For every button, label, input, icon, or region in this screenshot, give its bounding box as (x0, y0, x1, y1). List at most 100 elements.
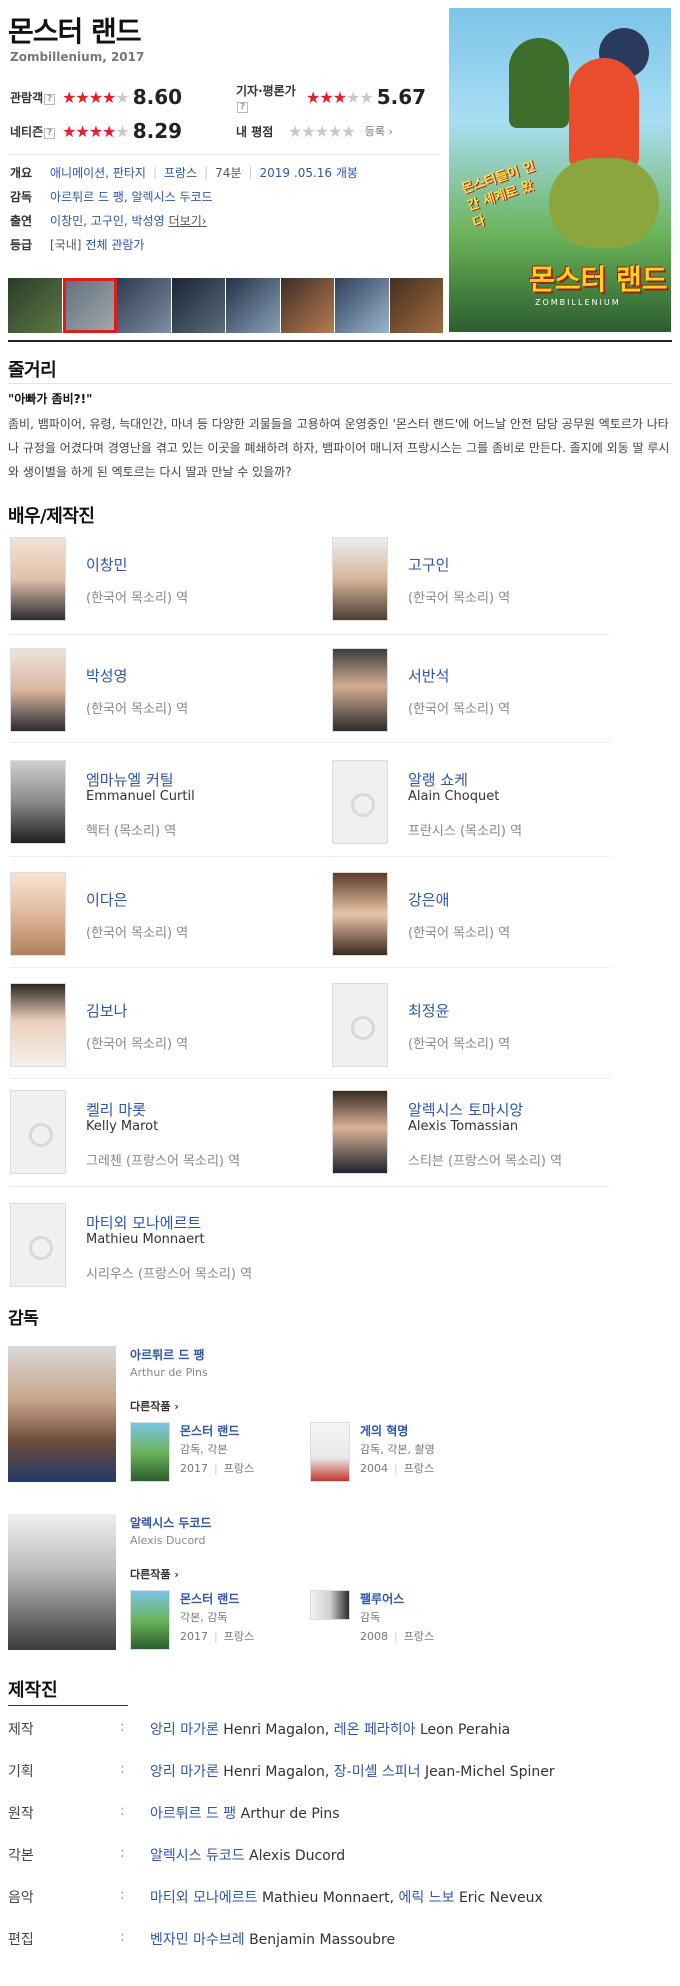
still-thumbnail[interactable] (171, 278, 226, 333)
help-icon[interactable]: ? (44, 127, 56, 139)
divider (10, 967, 610, 968)
director-row: 감독 아르튀르 드 팽, 알렉시스 두코드 (10, 188, 213, 205)
actor-photo[interactable] (332, 648, 388, 732)
director-name-en: Arthur de Pins (130, 1366, 208, 1379)
more-cast-link[interactable]: 더보기› (169, 212, 207, 229)
actor-name-link[interactable]: 김보나 (86, 1000, 127, 1021)
audience-label: 관람객 (10, 90, 44, 105)
actor-photo[interactable] (10, 872, 66, 956)
film-poster[interactable] (130, 1590, 170, 1650)
divider (10, 634, 610, 635)
director-photo[interactable] (8, 1346, 116, 1482)
crew-row-planning: 기획 : 앙리 마가론 Henri Magalon, 장-미셸 스피너 Jean… (8, 1761, 555, 1780)
critic-rating: 기자·평론가? ★★★★★ 5.67 (236, 84, 426, 113)
no-photo-icon[interactable] (332, 760, 388, 844)
actor-photo[interactable] (10, 983, 66, 1067)
actor-role: 시리우스 (프랑스어 목소리) 역 (86, 1267, 253, 1282)
crew-person-link[interactable]: 앙리 마가론 (150, 1722, 219, 1738)
actor-photo[interactable] (332, 872, 388, 956)
crew-person-link[interactable]: 앙리 마가론 (150, 1764, 219, 1780)
actor-name-link[interactable]: 알렉시스 토마시앙 (408, 1099, 523, 1120)
film-poster[interactable] (310, 1590, 350, 1620)
still-thumbnail[interactable] (226, 278, 281, 333)
register-rating-link[interactable]: 등록 › (365, 123, 393, 139)
actor-photo[interactable] (332, 1090, 388, 1174)
genre-link[interactable]: 애니메이션, 판타지 (50, 164, 146, 181)
movie-poster[interactable]: 몬스터들이 인간 세계로 왔다 몬스터 랜드 ZOMBILLENIUM (449, 8, 671, 332)
still-thumbnail[interactable] (389, 278, 444, 333)
still-thumbnail[interactable] (8, 278, 63, 333)
film-role: 각본, 감독 (180, 1611, 228, 1624)
crew-person-link[interactable]: 아르튀르 드 팽 (150, 1806, 236, 1822)
actor-name-link[interactable]: 박성영 (86, 665, 127, 686)
actor-name-link[interactable]: 이다은 (86, 889, 127, 910)
crew-person-link[interactable]: 마티외 모나에르트 (150, 1890, 258, 1906)
other-works-label: 다른작품 › (130, 1568, 179, 1581)
crew-person-link[interactable]: 알렉시스 듀코드 (150, 1848, 245, 1864)
director-name-link[interactable]: 아르튀르 드 팽 (130, 1346, 205, 1363)
actor-photo[interactable] (10, 760, 66, 844)
directors-links[interactable]: 아르튀르 드 팽, 알렉시스 두코드 (50, 188, 213, 205)
film-title-link[interactable]: 몬스터 랜드 (180, 1590, 239, 1607)
director-card: 알렉시스 두코드 Alexis Ducord 다른작품 › 몬스터 랜드 각본,… (8, 1514, 668, 1664)
actor-photo[interactable] (10, 537, 66, 621)
film-title-link[interactable]: 게의 혁명 (360, 1422, 408, 1439)
actor-name-en: Kelly Marot (86, 1119, 159, 1134)
film-role: 감독 (360, 1611, 381, 1624)
my-rating-label: 내 평점 (236, 124, 274, 139)
film-poster[interactable] (130, 1422, 170, 1482)
actor-name-link[interactable]: 서반석 (408, 665, 449, 686)
crew-person-link[interactable]: 레온 페라히아 (334, 1722, 416, 1738)
actor-role: (한국어 목소리) 역 (408, 591, 511, 606)
film-poster[interactable] (310, 1422, 350, 1482)
netizen-stars: ★★★★★ (62, 121, 130, 141)
film-meta: 2017 | 프랑스 (180, 1630, 255, 1643)
my-rating-stars[interactable]: ★★★★★ (288, 122, 356, 141)
actor-name-link[interactable]: 켈리 마롯 (86, 1099, 146, 1120)
cast-row: 출연 이창민, 고구인, 박성영 더보기› (10, 212, 207, 229)
directors-section-title: 감독 (8, 1309, 39, 1329)
cast-card: 마티외 모나에르트 Mathieu Monnaert 시리우스 (프랑스어 목소… (10, 1203, 310, 1295)
help-icon[interactable]: ? (237, 101, 248, 113)
grade-link[interactable]: 전체 관람가 (85, 236, 144, 253)
director-photo[interactable] (8, 1514, 116, 1650)
no-photo-icon[interactable] (10, 1203, 66, 1287)
country-link[interactable]: 프랑스 (164, 164, 197, 181)
actor-name-link[interactable]: 고구인 (408, 554, 449, 575)
actor-name-link[interactable]: 최정윤 (408, 1000, 449, 1021)
still-thumbnail[interactable] (62, 278, 117, 333)
actor-role: (한국어 목소리) 역 (86, 591, 189, 606)
still-thumbnail[interactable] (117, 278, 172, 333)
actor-name-en: Mathieu Monnaert (86, 1232, 205, 1247)
crew-person-link[interactable]: 벤자민 마수브레 (150, 1932, 245, 1948)
release-date-link[interactable]: 2019 .05.16 개봉 (260, 164, 358, 181)
actor-photo[interactable] (332, 537, 388, 621)
help-icon[interactable]: ? (44, 93, 56, 105)
no-photo-icon[interactable] (332, 983, 388, 1067)
film-title-link[interactable]: 팰루어스 (360, 1590, 404, 1607)
actor-name-link[interactable]: 이창민 (86, 554, 127, 575)
actor-role: (한국어 목소리) 역 (86, 702, 189, 717)
actor-name-link[interactable]: 알랭 쇼케 (408, 769, 468, 790)
plot-text: 좀비, 뱀파이어, 유령, 늑대인간, 마녀 등 다양한 괴물들을 고용하여 운… (8, 417, 670, 479)
crew-person-link[interactable]: 장-미셸 스피너 (334, 1764, 421, 1780)
actor-role: 그레첸 (프랑스어 목소리) 역 (86, 1154, 241, 1169)
film-role: 감독, 각본 (180, 1443, 228, 1456)
actor-role: (한국어 목소리) 역 (86, 926, 189, 941)
crew-row-music: 음악 : 마티외 모나에르트 Mathieu Monnaert, 에릭 느보 E… (8, 1887, 543, 1906)
still-thumbnail[interactable] (335, 278, 390, 333)
actor-name-link[interactable]: 강은애 (408, 889, 449, 910)
film-meta: 2017 | 프랑스 (180, 1462, 255, 1475)
cast-links[interactable]: 이창민, 고구인, 박성영 (50, 212, 165, 229)
cast-card: 알렉시스 토마시앙 Alexis Tomassian 스티븐 (프랑스어 목소리… (332, 1090, 632, 1182)
actor-name-link[interactable]: 엠마뉴엘 커틸 (86, 769, 174, 790)
actor-role: (한국어 목소리) 역 (86, 1037, 189, 1052)
film-title-link[interactable]: 몬스터 랜드 (180, 1422, 239, 1439)
movie-page: 몬스터 랜드 Zombillenium, 2017 관람객? ★★★★★ 8.6… (0, 0, 680, 1986)
actor-photo[interactable] (10, 648, 66, 732)
director-name-link[interactable]: 알렉시스 두코드 (130, 1514, 211, 1531)
actor-name-link[interactable]: 마티외 모나에르트 (86, 1212, 201, 1233)
no-photo-icon[interactable] (10, 1090, 66, 1174)
still-thumbnail[interactable] (280, 278, 335, 333)
crew-person-link[interactable]: 에릭 느보 (399, 1890, 455, 1906)
